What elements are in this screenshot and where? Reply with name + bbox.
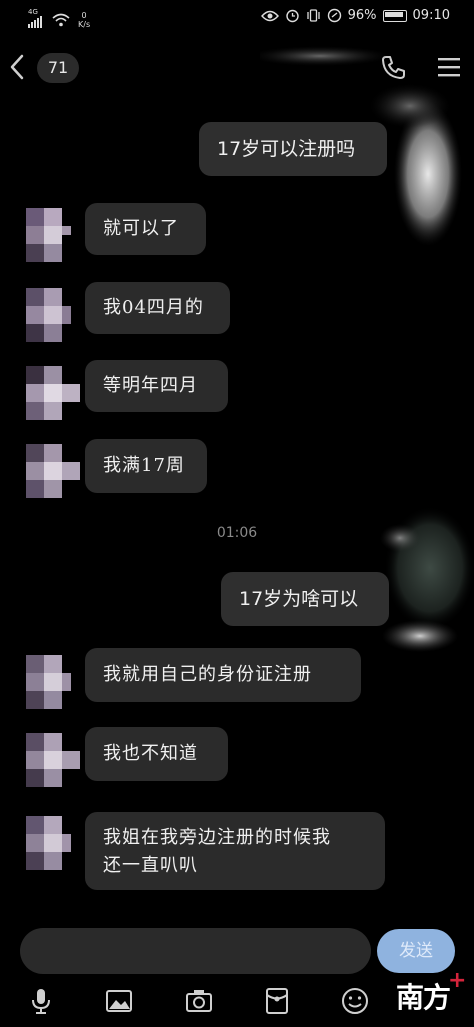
status-bar: 4G 0 K/s 96% 09:10: [0, 0, 474, 34]
data-saver-icon: [327, 8, 341, 23]
wifi-icon: [52, 13, 70, 27]
watermark-logo: 南方: [396, 981, 451, 1014]
avatar[interactable]: [26, 288, 80, 342]
avatar[interactable]: [26, 208, 80, 262]
message-line: 还一直叭叭: [103, 855, 198, 876]
back-arrow-icon[interactable]: [8, 54, 26, 80]
message-bubble-received[interactable]: 我就用自己的身份证注册: [85, 648, 361, 702]
emoji-icon[interactable]: [340, 986, 370, 1016]
avatar[interactable]: [26, 816, 80, 870]
signal-icon: 4G: [28, 8, 44, 32]
vibrate-icon: [306, 9, 320, 22]
phone-icon[interactable]: [380, 54, 406, 80]
microphone-icon[interactable]: [26, 986, 56, 1016]
avatar[interactable]: [26, 444, 80, 498]
network-type: 4G: [28, 8, 38, 16]
message-bubble-received[interactable]: 我满17周: [85, 439, 207, 493]
battery-percent: 96%: [347, 8, 377, 23]
avatar[interactable]: [26, 733, 80, 787]
camera-icon[interactable]: [184, 986, 214, 1016]
message-line: 我姐在我旁边注册的时候我: [103, 827, 331, 848]
network-speed: 0 K/s: [78, 11, 91, 29]
watermark-plus: +: [448, 968, 467, 993]
message-bubble-sent[interactable]: 17岁为啥可以: [221, 572, 389, 626]
status-time: 09:10: [412, 8, 450, 23]
battery-icon: [382, 9, 407, 22]
send-button[interactable]: 发送: [377, 929, 455, 973]
avatar[interactable]: [26, 655, 80, 709]
message-bubble-received[interactable]: 我姐在我旁边注册的时候我 还一直叭叭: [85, 812, 385, 890]
eye-icon: [260, 10, 279, 21]
message-bubble-sent[interactable]: 17岁可以注册吗: [199, 122, 387, 176]
unread-count-badge[interactable]: 71: [37, 53, 79, 83]
message-input[interactable]: [20, 928, 371, 974]
message-bubble-received[interactable]: 就可以了: [85, 203, 206, 255]
menu-icon[interactable]: [436, 56, 462, 78]
alarm-icon: [285, 9, 299, 23]
message-bubble-received[interactable]: 我04四月的: [85, 282, 230, 334]
timestamp-separator: 01:06: [216, 525, 258, 541]
image-icon[interactable]: [104, 986, 134, 1016]
avatar[interactable]: [26, 366, 80, 420]
message-bubble-received[interactable]: 我也不知道: [85, 727, 228, 781]
red-packet-icon[interactable]: [262, 986, 292, 1016]
message-bubble-received[interactable]: 等明年四月: [85, 360, 228, 412]
